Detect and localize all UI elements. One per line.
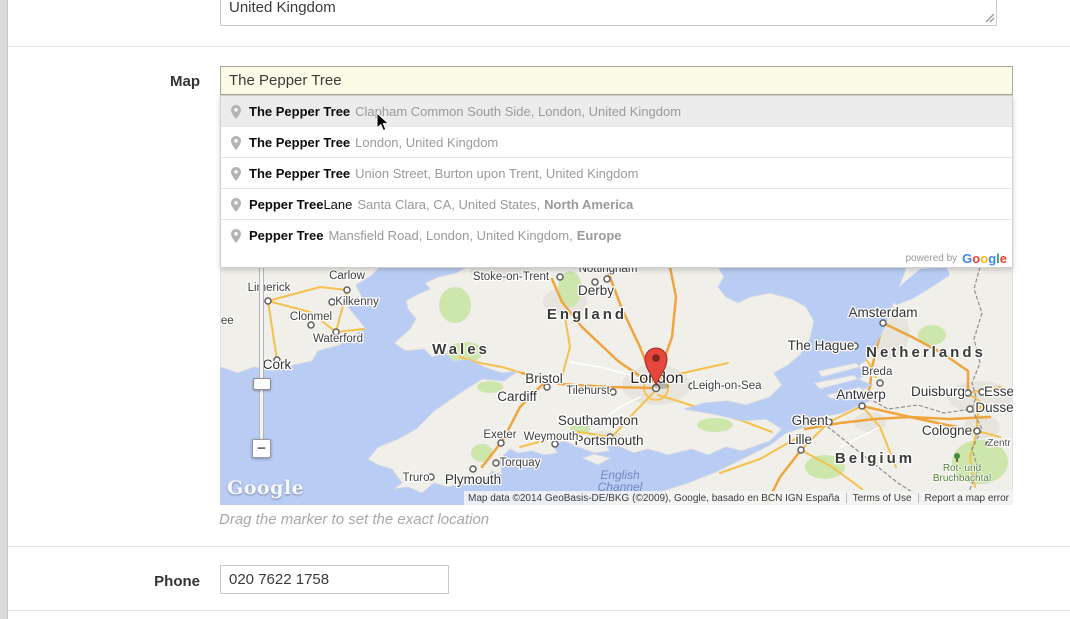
svg-text:Lille: Lille [788,432,812,447]
map-field-label: Map [0,73,200,90]
divider [8,546,1070,547]
svg-text:Portsmouth: Portsmouth [574,433,643,448]
svg-text:Tilehurst: Tilehurst [566,385,610,397]
autocomplete-item[interactable]: Pepper Tree LaneSanta Clara, CA, United … [221,188,1012,219]
svg-text:lee: lee [220,315,234,327]
zoom-slider-handle[interactable] [253,378,271,390]
report-error-link[interactable]: Report a map error [925,493,1009,504]
svg-text:Breda: Breda [862,366,893,378]
place-pin-icon [230,197,242,213]
svg-text:Nottingham: Nottingham [579,267,638,275]
svg-text:Derby: Derby [578,283,614,298]
svg-text:Netherlands: Netherlands [866,344,986,361]
svg-text:Clonmel: Clonmel [290,311,332,323]
google-logo: Google [962,251,1007,266]
svg-text:Zentr: Zentr [987,438,1011,449]
terms-link[interactable]: Terms of Use [853,493,912,504]
svg-text:Plymouth: Plymouth [445,472,501,487]
svg-text:Stoke-on-Trent: Stoke-on-Trent [473,271,550,283]
svg-text:Exeter: Exeter [483,429,516,441]
zoom-out-button[interactable]: − [252,439,271,458]
svg-text:Kilkenny: Kilkenny [335,296,379,308]
svg-text:England: England [547,306,627,323]
svg-text:Bristol: Bristol [525,371,563,386]
place-pin-icon [230,228,242,244]
svg-text:Truro: Truro [402,472,429,484]
autocomplete-item[interactable]: Pepper TreeMansfield Road, London, Unite… [221,219,1012,250]
autocomplete-dropdown: The Pepper TreeClapham Common South Side… [220,95,1013,268]
place-pin-icon [230,135,242,151]
divider [8,46,1070,47]
drag-marker-hint: Drag the marker to set the exact locatio… [219,511,489,528]
svg-text:Limerick: Limerick [248,282,291,294]
google-map[interactable]: lee Limerick Carlow KilkennyClonmel Waterfor… [220,267,1013,505]
resize-grip-icon[interactable] [984,12,995,23]
svg-text:Torquay: Torquay [500,457,541,469]
phone-input[interactable] [220,565,449,594]
map-canvas[interactable]: lee Limerick Carlow KilkennyClonmel Waterfor… [220,267,1013,505]
place-pin-icon [230,104,242,120]
svg-text:Waterford: Waterford [313,333,363,345]
autocomplete-item[interactable]: The Pepper TreeLondon, United Kingdom [221,126,1012,157]
svg-text:Amsterdam: Amsterdam [848,305,917,320]
svg-text:Antwerp: Antwerp [836,387,886,402]
map-search-input[interactable] [220,66,1013,95]
country-textarea[interactable]: United Kingdom [220,0,997,26]
phone-field-label: Phone [0,573,200,590]
svg-text:Cardiff: Cardiff [497,389,537,404]
svg-text:Cork: Cork [263,357,292,372]
svg-text:The Hague: The Hague [788,338,855,353]
place-pin-icon [230,166,242,182]
svg-text:Belgium: Belgium [835,450,915,467]
zoom-slider-track[interactable] [259,267,264,442]
attribution-text: Map data ©2014 GeoBasis-DE/BKG (©2009), … [468,493,840,504]
powered-by-google: powered byGoogle [221,250,1012,267]
svg-text:Cologne: Cologne [922,423,972,438]
divider [8,610,1070,611]
autocomplete-item[interactable]: The Pepper TreeUnion Street, Burton upon… [221,157,1012,188]
google-watermark: Google [227,477,304,499]
svg-text:Carlow: Carlow [329,270,365,282]
svg-text:Leigh-on-Sea: Leigh-on-Sea [692,380,762,392]
svg-text:Southampton: Southampton [558,413,638,428]
location-form-page: United Kingdom Map The Pepper TreeClapha… [0,0,1070,619]
svg-text:Wales: Wales [432,341,490,358]
svg-text:Esse: Esse [984,384,1013,399]
svg-text:Duisburg: Duisburg [911,384,965,399]
svg-text:Bruchbachtal: Bruchbachtal [933,473,991,484]
svg-text:Ghent: Ghent [792,413,829,428]
svg-text:Weymouth: Weymouth [524,431,579,443]
svg-text:Dussel: Dussel [975,400,1013,415]
autocomplete-item[interactable]: The Pepper TreeClapham Common South Side… [221,96,1012,126]
page-edge [0,0,8,619]
map-attribution: Map data ©2014 GeoBasis-DE/BKG (©2009), … [464,491,1013,505]
